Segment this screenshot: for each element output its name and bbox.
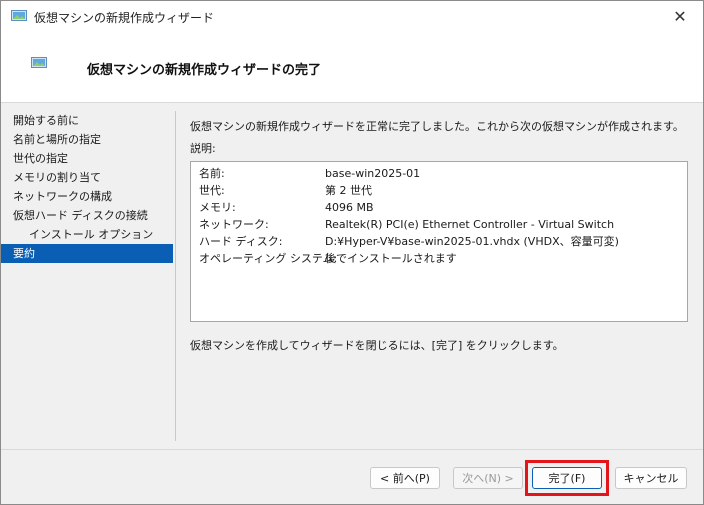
description-label: 説明: — [190, 142, 216, 155]
cancel-button[interactable]: キャンセル — [615, 467, 687, 489]
step-before-you-begin[interactable]: 開始する前に — [1, 111, 173, 130]
next-button[interactable]: 次へ(N) > — [453, 467, 523, 489]
summary-value: Realtek(R) PCI(e) Ethernet Controller - … — [325, 218, 615, 231]
wizard-steps: 開始する前に 名前と場所の指定 世代の指定 メモリの割り当て ネットワークの構成… — [1, 111, 173, 263]
summary-box[interactable]: 名前: base-win2025-01 世代: 第 2 世代 メモリ: 4096… — [190, 161, 688, 322]
close-button[interactable]: ✕ — [657, 1, 703, 32]
window-title: 仮想マシンの新規作成ウィザード — [34, 11, 215, 25]
step-name-and-location[interactable]: 名前と場所の指定 — [1, 130, 173, 149]
finish-highlight-box — [525, 460, 609, 496]
step-memory[interactable]: メモリの割り当て — [1, 168, 173, 187]
summary-value: 4096 MB — [325, 201, 374, 214]
step-virtual-hard-disk[interactable]: 仮想ハード ディスクの接続 — [1, 206, 173, 225]
summary-key: オペレーティング システム: — [199, 252, 338, 265]
divider — [175, 111, 176, 441]
summary-key: ネットワーク: — [199, 218, 269, 231]
summary-key: ハード ディスク: — [199, 235, 283, 248]
virtual-machine-icon — [31, 57, 47, 69]
summary-value: 後でインストールされます — [325, 252, 457, 265]
footer-divider — [1, 449, 703, 450]
title-bar: 仮想マシンの新規作成ウィザード ✕ — [1, 1, 703, 32]
finish-instruction: 仮想マシンを作成してウィザードを閉じるには、[完了] をクリックします。 — [190, 339, 564, 352]
step-summary[interactable]: 要約 — [1, 244, 173, 263]
wizard-header: 仮想マシンの新規作成ウィザードの完了 — [1, 32, 703, 103]
page-title: 仮想マシンの新規作成ウィザードの完了 — [87, 63, 322, 78]
step-installation-options[interactable]: インストール オプション — [1, 225, 173, 244]
intro-text: 仮想マシンの新規作成ウィザードを正常に完了しました。これから次の仮想マシンが作成… — [190, 120, 684, 133]
summary-value: base-win2025-01 — [325, 167, 421, 180]
virtual-machine-icon — [11, 10, 27, 22]
summary-value: 第 2 世代 — [325, 184, 372, 197]
summary-value: D:¥Hyper-V¥base-win2025-01.vhdx (VHDX、容量… — [325, 235, 619, 248]
summary-key: 名前: — [199, 167, 225, 180]
step-generation[interactable]: 世代の指定 — [1, 149, 173, 168]
wizard-window: 仮想マシンの新規作成ウィザード ✕ 仮想マシンの新規作成ウィザードの完了 開始す… — [0, 0, 704, 505]
back-button[interactable]: < 前へ(P) — [370, 467, 440, 489]
summary-key: 世代: — [199, 184, 225, 197]
summary-key: メモリ: — [199, 201, 236, 214]
close-icon: ✕ — [673, 7, 687, 26]
step-networking[interactable]: ネットワークの構成 — [1, 187, 173, 206]
